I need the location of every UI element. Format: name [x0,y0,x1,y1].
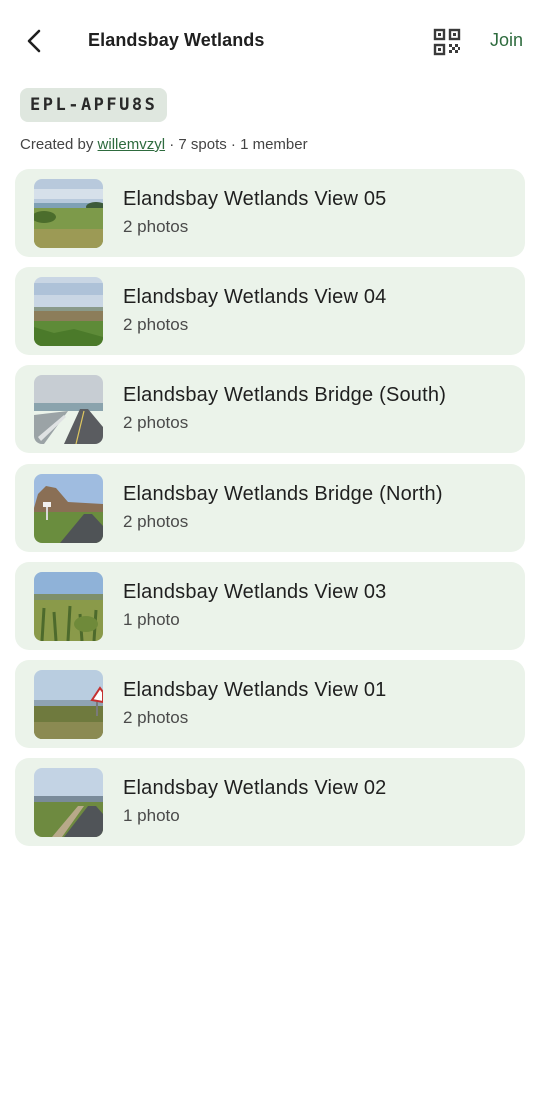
qr-code-button[interactable] [433,28,461,56]
spot-thumbnail [34,375,103,445]
spot-card[interactable]: Elandsbay Wetlands Bridge (North) 2 phot… [15,463,525,552]
spot-card[interactable]: Elandsbay Wetlands View 01 2 photos [15,659,525,748]
photo-count: 2 photos [123,707,189,727]
collection-meta: Created by willemvzyl · 7 spots · 1 memb… [20,136,308,153]
spot-card[interactable]: Elandsbay Wetlands View 04 2 photos [15,267,525,356]
spot-card[interactable]: Elandsbay Wetlands View 05 2 photos [15,169,525,257]
spot-thumbnail [34,179,103,248]
qr-code-icon [433,28,461,56]
back-button[interactable] [20,26,50,56]
invite-code-chip[interactable]: EPL-APFU8S [20,88,168,122]
page-title: Elandsbay Wetlands [88,30,265,50]
photo-count: 1 photo [123,806,180,826]
created-by-label: Created by [20,136,98,153]
app-bar: Elandsbay Wetlands Join [0,0,540,84]
creator-link[interactable]: willemvzyl [98,136,166,153]
spot-thumbnail [34,768,103,838]
spot-card[interactable]: Elandsbay Wetlands View 03 1 photo [15,561,525,650]
spot-name: Elandsbay Wetlands View 03 [123,580,387,603]
spot-name: Elandsbay Wetlands Bridge (North) [123,482,443,505]
join-button[interactable]: Join [490,30,523,51]
photo-count: 2 photos [123,315,189,335]
spot-name: Elandsbay Wetlands Bridge (South) [123,384,447,407]
member-count: · 1 member [226,136,308,153]
spot-thumbnail [34,571,103,641]
photo-count: 1 photo [123,609,180,629]
spot-thumbnail [34,473,103,543]
spot-thumbnail [34,669,103,739]
photo-count: 2 photos [123,511,189,531]
chevron-left-icon [27,29,41,53]
photo-count: 2 photos [123,217,189,236]
spot-card[interactable]: Elandsbay Wetlands View 02 1 photo [15,758,525,847]
spot-name: Elandsbay Wetlands View 05 [123,188,387,210]
spot-list: Elandsbay Wetlands View 05 2 photos Elan… [15,169,525,856]
spot-name: Elandsbay Wetlands View 01 [123,678,387,701]
photo-count: 2 photos [123,413,189,433]
spot-name: Elandsbay Wetlands View 04 [123,286,387,309]
spot-count: · 7 spots [165,136,227,153]
spot-name: Elandsbay Wetlands View 02 [123,777,387,800]
spot-card[interactable]: Elandsbay Wetlands Bridge (South) 2 phot… [15,365,525,454]
spot-thumbnail [34,277,103,347]
